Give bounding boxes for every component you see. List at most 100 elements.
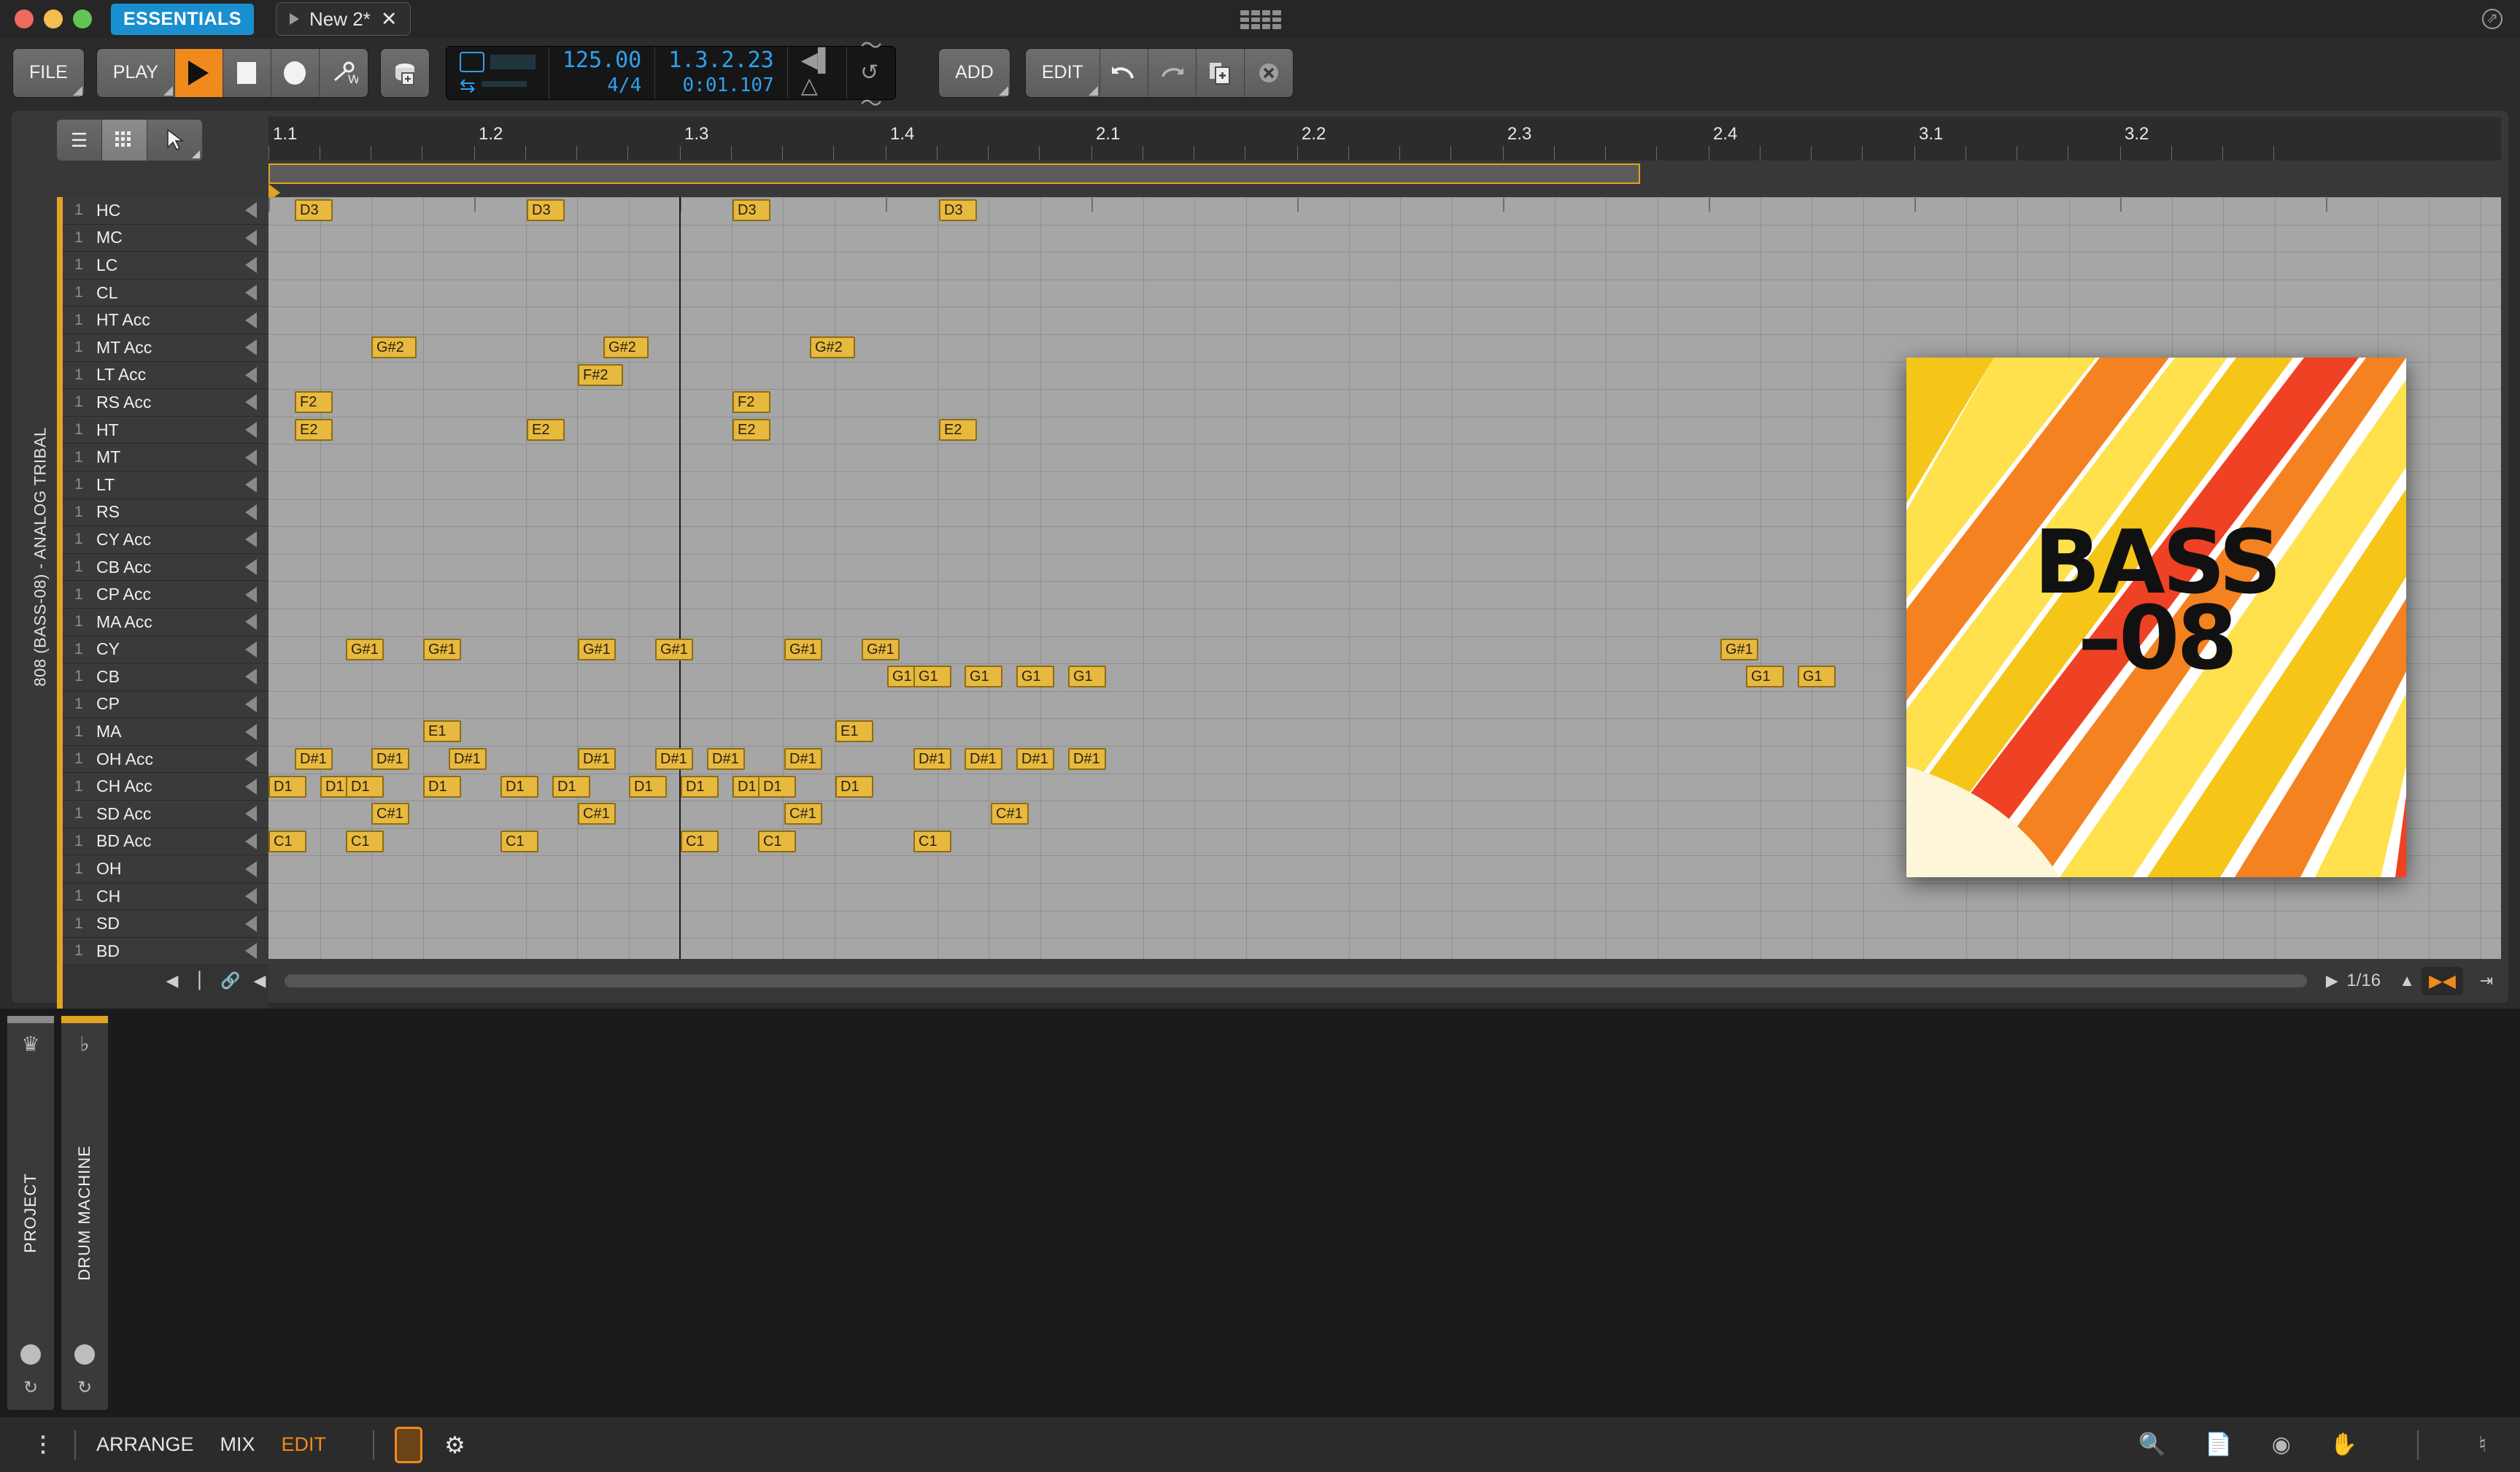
speaker-icon[interactable]: ◉ <box>2272 1432 2291 1457</box>
play-mode-button[interactable]: PLAY <box>96 48 175 97</box>
track-row[interactable]: 1 LT <box>63 471 268 499</box>
note-event[interactable]: E2 <box>527 418 565 441</box>
track-row[interactable]: 1 MT <box>63 444 268 471</box>
track-row[interactable]: 1 OH Acc <box>63 745 268 774</box>
speaker-icon[interactable] <box>245 559 257 576</box>
note-event[interactable]: G#1 <box>1720 638 1758 660</box>
note-event[interactable]: G#1 <box>346 638 384 660</box>
track-row[interactable]: 1 MA Acc <box>63 608 268 636</box>
scroll-right-icon[interactable]: ▶ <box>2317 967 2346 995</box>
speaker-icon[interactable] <box>245 477 257 493</box>
note-event[interactable]: C#1 <box>991 803 1029 825</box>
horizontal-scrollbar[interactable] <box>285 974 2308 987</box>
note-event[interactable]: C#1 <box>784 803 822 825</box>
scroll-left-icon[interactable]: ◀ <box>245 967 274 995</box>
chain-icon[interactable]: 🔗 <box>216 967 245 995</box>
time-signature-value[interactable]: 4/4 <box>563 73 641 98</box>
track-row[interactable]: 1 BD <box>63 938 268 966</box>
note-event[interactable]: D#1 <box>784 748 822 770</box>
track-row[interactable]: 1 CB <box>63 663 268 691</box>
file-icon[interactable]: 📄 <box>2205 1432 2232 1457</box>
track-row[interactable]: 1 MT Acc <box>63 334 268 362</box>
speaker-icon[interactable] <box>245 943 257 960</box>
record-button[interactable] <box>271 48 320 97</box>
mixer-icon[interactable]: ⚙ <box>444 1431 465 1459</box>
snap-icon[interactable]: ▶◀ <box>2422 966 2463 995</box>
speaker-icon[interactable] <box>245 806 257 822</box>
note-event[interactable]: G1 <box>913 666 951 688</box>
note-event[interactable]: G#1 <box>862 638 900 660</box>
note-event[interactable]: D1 <box>500 775 538 798</box>
undo-button[interactable] <box>1099 48 1148 97</box>
loop-region[interactable] <box>268 163 1640 184</box>
note-event[interactable]: D#1 <box>913 748 951 770</box>
note-event[interactable]: G#1 <box>655 638 693 660</box>
speaker-icon[interactable] <box>245 915 257 932</box>
note-event[interactable]: G1 <box>1016 666 1054 688</box>
track-row[interactable]: 1 MC <box>63 224 268 253</box>
velocity-icon[interactable]: ⎢ <box>187 967 216 995</box>
metronome-icon[interactable]: △ <box>801 73 833 99</box>
elapsed-time-value[interactable]: 0:01.107 <box>668 73 774 98</box>
track-row[interactable]: 1 BD Acc <box>63 828 268 856</box>
note-event[interactable]: G#1 <box>784 638 822 660</box>
note-event[interactable]: G1 <box>1068 666 1106 688</box>
note-event[interactable]: G1 <box>965 666 1002 688</box>
note-event[interactable]: F2 <box>733 391 770 414</box>
fullscreen-icon[interactable]: ⇗ <box>2482 9 2502 29</box>
speaker-icon[interactable] <box>245 202 257 219</box>
note-event[interactable]: D1 <box>758 775 796 798</box>
zoom-window-button[interactable] <box>73 9 92 28</box>
note-event[interactable]: E1 <box>423 720 461 743</box>
speaker-icon[interactable] <box>245 778 257 795</box>
speaker-icon[interactable] <box>245 449 257 466</box>
track-row[interactable]: 1 CH <box>63 882 268 911</box>
note-event[interactable]: D1 <box>629 775 667 798</box>
layout-button[interactable] <box>380 48 429 97</box>
note-event[interactable]: D#1 <box>578 748 616 770</box>
automation-write-button[interactable]: W <box>319 48 368 97</box>
track-row[interactable]: 1 RS Acc <box>63 389 268 417</box>
window-controls[interactable] <box>15 9 92 28</box>
track-row[interactable]: 1 HC <box>63 197 268 225</box>
speaker-icon[interactable] <box>245 422 257 439</box>
position-display[interactable]: 1.3.2.23 0:01.107 <box>655 46 788 99</box>
note-event[interactable]: C#1 <box>578 803 616 825</box>
note-event[interactable]: D1 <box>268 775 306 798</box>
grid-view-icon[interactable] <box>102 120 147 161</box>
timeline-ruler[interactable]: 1.1 1.2 1.3 1.4 2.1 2.2 2.3 2.4 3.1 3.2 <box>268 117 2501 161</box>
note-event[interactable]: C1 <box>681 830 719 852</box>
note-event[interactable]: D1 <box>346 775 384 798</box>
project-tab[interactable]: New 2* ✕ <box>275 2 411 36</box>
note-event[interactable]: D#1 <box>707 748 745 770</box>
hand-icon[interactable]: ✋ <box>2330 1432 2357 1457</box>
info-icon[interactable]: ⋮ <box>32 1432 54 1457</box>
project-knob-icon[interactable] <box>20 1344 41 1365</box>
keyboard-icon[interactable]: ♮ <box>2478 1432 2486 1457</box>
speaker-icon[interactable] <box>245 695 257 712</box>
track-row[interactable]: 1 HT <box>63 416 268 444</box>
track-row[interactable]: 1 CP Acc <box>63 581 268 609</box>
track-row[interactable]: 1 SD Acc <box>63 801 268 828</box>
speaker-icon[interactable] <box>245 366 257 383</box>
track-row[interactable]: 1 CP <box>63 690 268 719</box>
note-event[interactable]: C1 <box>758 830 796 852</box>
drum-route-icon[interactable]: ↻ <box>61 1377 108 1398</box>
fold-icon[interactable]: ⇥ <box>2472 967 2501 995</box>
tab-edit[interactable]: EDIT <box>282 1433 327 1456</box>
note-event[interactable]: G#2 <box>603 336 649 358</box>
note-event[interactable]: G#2 <box>371 336 417 358</box>
note-event[interactable]: D1 <box>552 775 590 798</box>
speaker-icon[interactable] <box>245 860 257 877</box>
track-row[interactable]: 1 RS <box>63 498 268 527</box>
duplicate-button[interactable] <box>1196 48 1245 97</box>
note-event[interactable]: E1 <box>835 720 873 743</box>
tempo-value[interactable]: 125.00 <box>563 47 641 73</box>
tab-arrange[interactable]: ARRANGE <box>96 1433 194 1456</box>
add-button[interactable]: ADD <box>939 48 1010 97</box>
track-row[interactable]: 1 CB Acc <box>63 553 268 582</box>
search-icon[interactable]: 🔍 <box>2138 1432 2165 1457</box>
file-button[interactable]: FILE <box>13 48 84 97</box>
pointer-tool-icon[interactable] <box>147 120 203 161</box>
speaker-icon[interactable] <box>245 229 257 246</box>
